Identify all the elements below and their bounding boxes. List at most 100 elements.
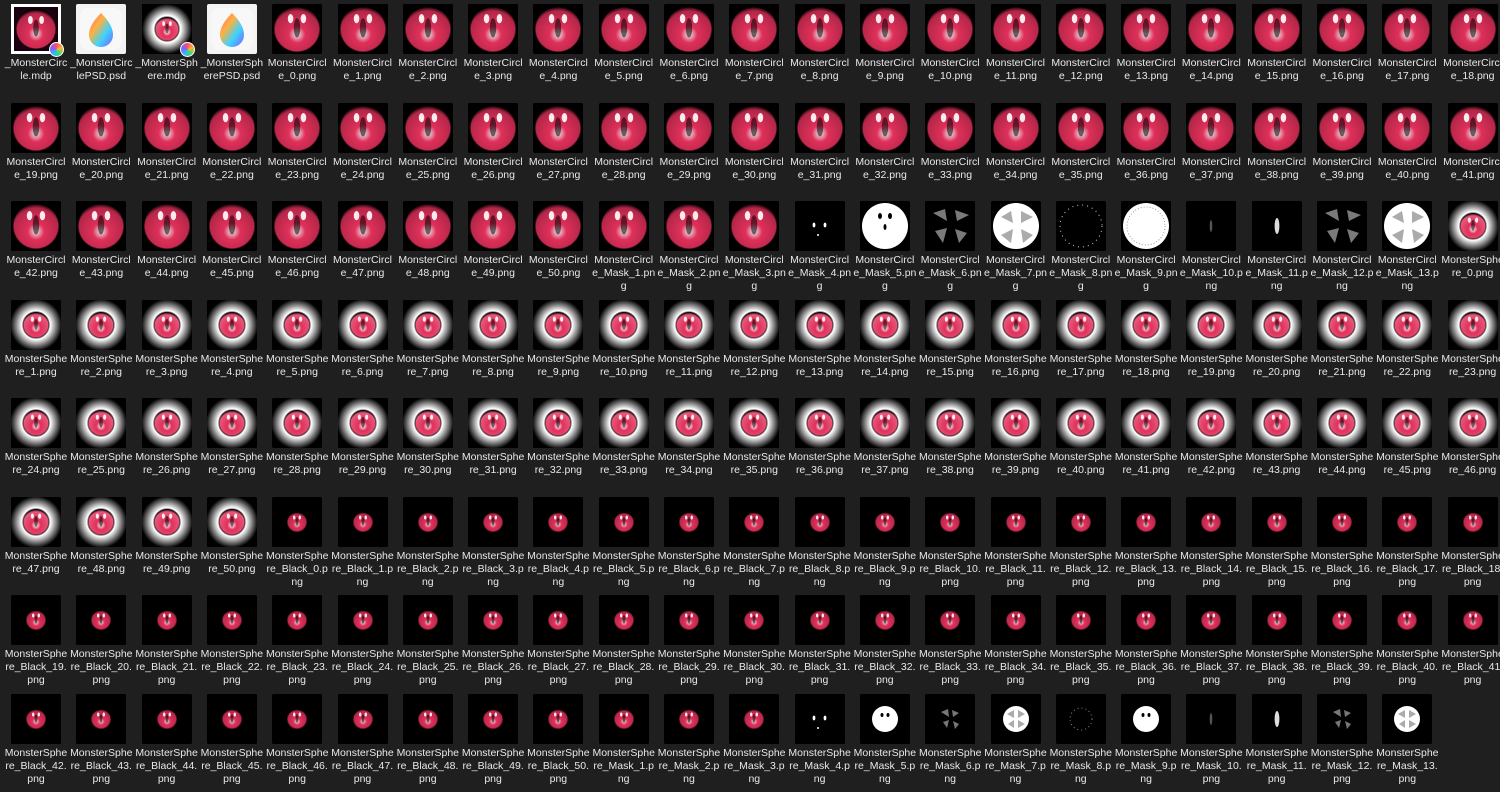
file-item-monstercircle-mask-2[interactable]: MonsterCircle_Mask_2.png — [657, 201, 721, 299]
file-item-monstersphere-0[interactable]: MonsterSphere_0.png — [1441, 201, 1500, 299]
file-item-monstersphere-21[interactable]: MonsterSphere_21.png — [1310, 299, 1374, 398]
file-item-monstersphere-black-49[interactable]: MonsterSphere_Black_49.png — [461, 693, 525, 792]
file-item-monstercircle-21[interactable]: MonsterCircle_21.png — [135, 102, 199, 201]
file-item-monstersphere-black-18[interactable]: MonsterSphere_Black_18.png — [1441, 496, 1500, 595]
file-item-monsterspherepsd[interactable]: _MonsterSpherePSD.psd — [200, 4, 264, 102]
file-item-monstersphere-29[interactable]: MonsterSphere_29.png — [331, 398, 395, 496]
file-item-monstersphere-black-24[interactable]: MonsterSphere_Black_24.png — [331, 595, 395, 693]
file-item-monstersphere-41[interactable]: MonsterSphere_41.png — [1114, 398, 1178, 496]
file-item-monstersphere-black-8[interactable]: MonsterSphere_Black_8.png — [788, 496, 852, 595]
file-item-monstersphere-37[interactable]: MonsterSphere_37.png — [853, 398, 917, 496]
file-item-monstercircle-mask-13[interactable]: MonsterCircle_Mask_13.png — [1375, 201, 1439, 299]
file-item-monstercircle-27[interactable]: MonsterCircle_27.png — [526, 102, 590, 201]
file-item-monstersphere-1[interactable]: MonsterSphere_1.png — [4, 299, 68, 398]
file-item-monstercircle-16[interactable]: MonsterCircle_16.png — [1310, 4, 1374, 102]
file-item-monstersphere-black-15[interactable]: MonsterSphere_Black_15.png — [1245, 496, 1309, 595]
file-item-monstersphere-black-47[interactable]: MonsterSphere_Black_47.png — [331, 693, 395, 792]
file-item-monstersphere-mask-9[interactable]: MonsterSphere_Mask_9.png — [1114, 693, 1178, 792]
file-item-monstersphere-black-13[interactable]: MonsterSphere_Black_13.png — [1114, 496, 1178, 595]
file-item-monstersphere-19[interactable]: MonsterSphere_19.png — [1179, 299, 1243, 398]
file-item-monstersphere-16[interactable]: MonsterSphere_16.png — [984, 299, 1048, 398]
file-item-monstersphere-mask-7[interactable]: MonsterSphere_Mask_7.png — [984, 693, 1048, 792]
file-item-monstercircle-mask-4[interactable]: MonsterCircle_Mask_4.png — [788, 201, 852, 299]
file-item-monstersphere-3[interactable]: MonsterSphere_3.png — [135, 299, 199, 398]
file-item-monstersphere-6[interactable]: MonsterSphere_6.png — [331, 299, 395, 398]
file-item-monstersphere-42[interactable]: MonsterSphere_42.png — [1179, 398, 1243, 496]
file-item-monstersphere-black-25[interactable]: MonsterSphere_Black_25.png — [396, 595, 460, 693]
file-item-monstersphere-8[interactable]: MonsterSphere_8.png — [461, 299, 525, 398]
file-item-monstercircle-31[interactable]: MonsterCircle_31.png — [788, 102, 852, 201]
file-item-monstercircle-6[interactable]: MonsterCircle_6.png — [657, 4, 721, 102]
file-item-monstercircle-mask-11[interactable]: MonsterCircle_Mask_11.png — [1245, 201, 1309, 299]
file-item-monstersphere-13[interactable]: MonsterSphere_13.png — [788, 299, 852, 398]
file-item-monstersphere-black-37[interactable]: MonsterSphere_Black_37.png — [1179, 595, 1243, 693]
file-item-monstersphere-black-46[interactable]: MonsterSphere_Black_46.png — [265, 693, 329, 792]
file-item-monstersphere-48[interactable]: MonsterSphere_48.png — [69, 496, 133, 595]
file-item-monstersphere-14[interactable]: MonsterSphere_14.png — [853, 299, 917, 398]
file-item-monstersphere-4[interactable]: MonsterSphere_4.png — [200, 299, 264, 398]
file-item-monstersphere-black-19[interactable]: MonsterSphere_Black_19.png — [4, 595, 68, 693]
file-item-monstersphere-black-48[interactable]: MonsterSphere_Black_48.png — [396, 693, 460, 792]
file-item-monstersphere-black-30[interactable]: MonsterSphere_Black_30.png — [722, 595, 786, 693]
file-item-monstercircle-47[interactable]: MonsterCircle_47.png — [331, 201, 395, 299]
file-item-monstercircle[interactable]: _MonsterCircle.mdp — [4, 4, 68, 102]
file-item-monstersphere-mask-8[interactable]: MonsterSphere_Mask_8.png — [1049, 693, 1113, 792]
file-item-monstersphere-black-41[interactable]: MonsterSphere_Black_41.png — [1441, 595, 1500, 693]
file-item-monstercircle-19[interactable]: MonsterCircle_19.png — [4, 102, 68, 201]
file-item-monstersphere-black-4[interactable]: MonsterSphere_Black_4.png — [526, 496, 590, 595]
file-item-monstersphere-43[interactable]: MonsterSphere_43.png — [1245, 398, 1309, 496]
file-item-monstersphere-black-3[interactable]: MonsterSphere_Black_3.png — [461, 496, 525, 595]
file-item-monstersphere-black-22[interactable]: MonsterSphere_Black_22.png — [200, 595, 264, 693]
file-item-monstersphere-black-33[interactable]: MonsterSphere_Black_33.png — [918, 595, 982, 693]
file-item-monstercircle-39[interactable]: MonsterCircle_39.png — [1310, 102, 1374, 201]
file-item-monstersphere-23[interactable]: MonsterSphere_23.png — [1441, 299, 1500, 398]
file-item-monstersphere-black-20[interactable]: MonsterSphere_Black_20.png — [69, 595, 133, 693]
file-item-monstercircle-25[interactable]: MonsterCircle_25.png — [396, 102, 460, 201]
file-item-monstersphere-mask-12[interactable]: MonsterSphere_Mask_12.png — [1310, 693, 1374, 792]
file-item-monstersphere-black-11[interactable]: MonsterSphere_Black_11.png — [984, 496, 1048, 595]
file-item-monstercircle-8[interactable]: MonsterCircle_8.png — [788, 4, 852, 102]
file-item-monstercircle-18[interactable]: MonsterCircle_18.png — [1441, 4, 1500, 102]
file-item-monstercircle-49[interactable]: MonsterCircle_49.png — [461, 201, 525, 299]
file-item-monstercircle-36[interactable]: MonsterCircle_36.png — [1114, 102, 1178, 201]
file-item-monstersphere-black-21[interactable]: MonsterSphere_Black_21.png — [135, 595, 199, 693]
file-item-monstersphere-34[interactable]: MonsterSphere_34.png — [657, 398, 721, 496]
file-item-monstersphere-mask-1[interactable]: MonsterSphere_Mask_1.png — [592, 693, 656, 792]
file-item-monstersphere-33[interactable]: MonsterSphere_33.png — [592, 398, 656, 496]
file-item-monstercircle-20[interactable]: MonsterCircle_20.png — [69, 102, 133, 201]
file-item-monstercircle-13[interactable]: MonsterCircle_13.png — [1114, 4, 1178, 102]
file-item-monstersphere-7[interactable]: MonsterSphere_7.png — [396, 299, 460, 398]
file-item-monstercircle-12[interactable]: MonsterCircle_12.png — [1049, 4, 1113, 102]
file-item-monstersphere-44[interactable]: MonsterSphere_44.png — [1310, 398, 1374, 496]
file-item-monstersphere-black-44[interactable]: MonsterSphere_Black_44.png — [135, 693, 199, 792]
file-item-monstersphere-45[interactable]: MonsterSphere_45.png — [1375, 398, 1439, 496]
file-item-monstersphere-mask-3[interactable]: MonsterSphere_Mask_3.png — [722, 693, 786, 792]
file-item-monstercircle-4[interactable]: MonsterCircle_4.png — [526, 4, 590, 102]
file-item-monstersphere-black-12[interactable]: MonsterSphere_Black_12.png — [1049, 496, 1113, 595]
file-item-monstersphere-mask-4[interactable]: MonsterSphere_Mask_4.png — [788, 693, 852, 792]
file-item-monstersphere-22[interactable]: MonsterSphere_22.png — [1375, 299, 1439, 398]
file-item-monstercirclepsd[interactable]: _MonsterCirclePSD.psd — [69, 4, 133, 102]
file-item-monstersphere-black-27[interactable]: MonsterSphere_Black_27.png — [526, 595, 590, 693]
file-item-monstercircle-1[interactable]: MonsterCircle_1.png — [331, 4, 395, 102]
file-item-monstercircle-0[interactable]: MonsterCircle_0.png — [265, 4, 329, 102]
file-item-monstersphere-26[interactable]: MonsterSphere_26.png — [135, 398, 199, 496]
file-item-monstersphere-black-50[interactable]: MonsterSphere_Black_50.png — [526, 693, 590, 792]
file-item-monstercircle-mask-6[interactable]: MonsterCircle_Mask_6.png — [918, 201, 982, 299]
file-item-monstersphere-black-0[interactable]: MonsterSphere_Black_0.png — [265, 496, 329, 595]
file-item-monstercircle-32[interactable]: MonsterCircle_32.png — [853, 102, 917, 201]
file-item-monstersphere-25[interactable]: MonsterSphere_25.png — [69, 398, 133, 496]
file-item-monstercircle-26[interactable]: MonsterCircle_26.png — [461, 102, 525, 201]
file-item-monstersphere-15[interactable]: MonsterSphere_15.png — [918, 299, 982, 398]
file-item-monstercircle-24[interactable]: MonsterCircle_24.png — [331, 102, 395, 201]
file-item-monstercircle-34[interactable]: MonsterCircle_34.png — [984, 102, 1048, 201]
file-item-monstersphere-30[interactable]: MonsterSphere_30.png — [396, 398, 460, 496]
file-item-monstercircle-44[interactable]: MonsterCircle_44.png — [135, 201, 199, 299]
file-item-monstercircle-mask-10[interactable]: MonsterCircle_Mask_10.png — [1179, 201, 1243, 299]
file-item-monstersphere-27[interactable]: MonsterSphere_27.png — [200, 398, 264, 496]
file-item-monstersphere-black-23[interactable]: MonsterSphere_Black_23.png — [265, 595, 329, 693]
file-item-monstersphere-mask-2[interactable]: MonsterSphere_Mask_2.png — [657, 693, 721, 792]
file-item-monstersphere-35[interactable]: MonsterSphere_35.png — [722, 398, 786, 496]
file-item-monstersphere-black-6[interactable]: MonsterSphere_Black_6.png — [657, 496, 721, 595]
file-item-monstercircle-14[interactable]: MonsterCircle_14.png — [1179, 4, 1243, 102]
